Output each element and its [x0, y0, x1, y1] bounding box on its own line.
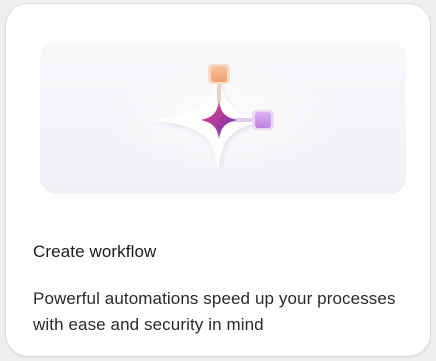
card-description: Powerful automations speed up your proce… [33, 289, 396, 334]
card-title: Create workflow [33, 242, 157, 261]
create-workflow-card[interactable]: Create workflow Powerful automations spe… [6, 4, 430, 356]
purple-node-icon [252, 110, 274, 130]
workflow-illustration-graphic [103, 61, 343, 181]
workflow-illustration [40, 41, 406, 194]
orange-node-icon [208, 64, 230, 84]
top-connector [217, 81, 221, 103]
